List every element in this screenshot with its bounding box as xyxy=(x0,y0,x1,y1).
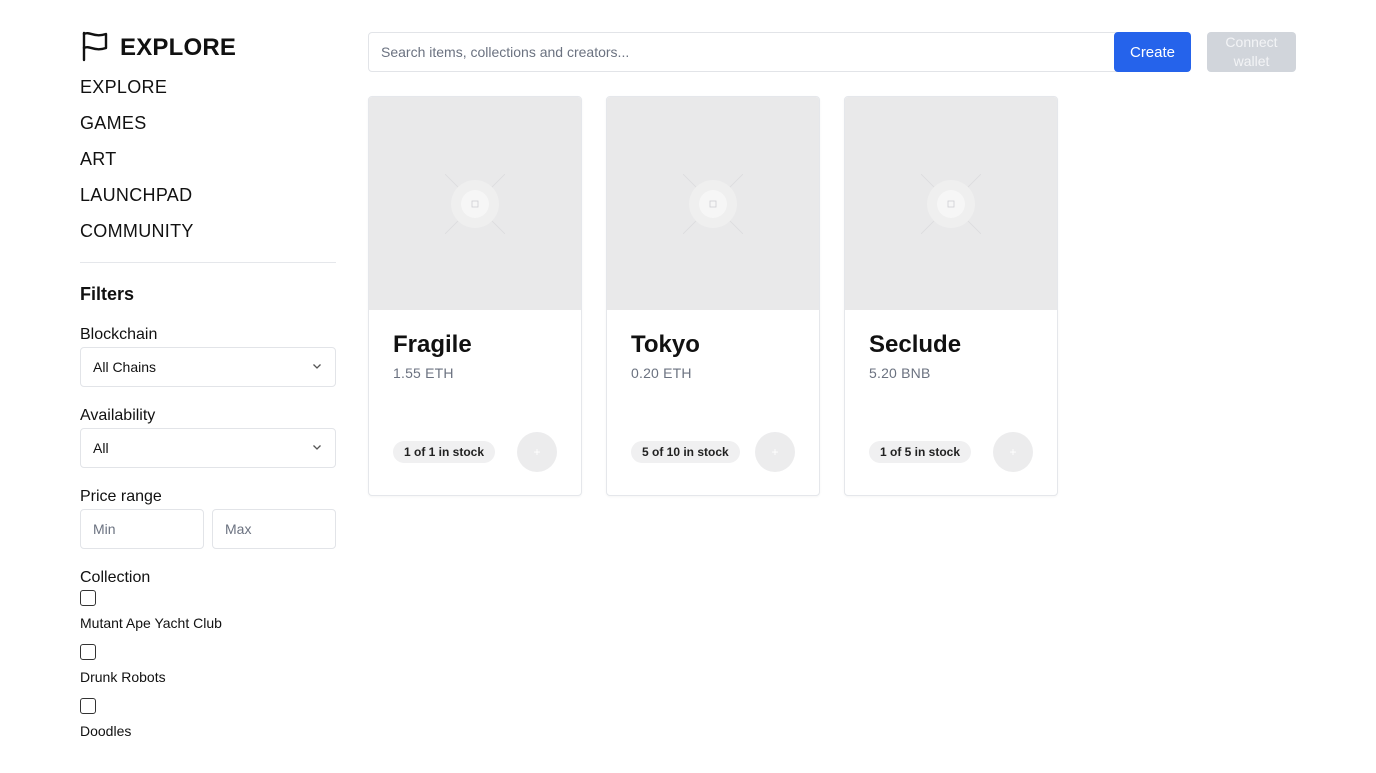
collection-label: Collection xyxy=(80,569,151,586)
availability-select-value: All xyxy=(93,440,109,456)
stock-badge: 5 of 10 in stock xyxy=(631,441,740,463)
price-range-label: Price range xyxy=(80,488,162,505)
plus-icon: + xyxy=(1009,445,1017,459)
flag-icon xyxy=(80,30,110,67)
collection-checkbox[interactable] xyxy=(80,698,96,714)
item-image-placeholder xyxy=(845,97,1057,310)
item-title: Tokyo xyxy=(631,331,700,358)
collection-option-label: Mutant Ape Yacht Club xyxy=(80,615,222,631)
search-input[interactable] xyxy=(368,32,1128,72)
blockchain-select-value: All Chains xyxy=(93,359,157,375)
add-to-cart-button[interactable]: + xyxy=(755,432,795,472)
nav-item-explore[interactable]: EXPLORE xyxy=(80,69,336,105)
nav-item-community[interactable]: COMMUNITY xyxy=(80,213,336,249)
topbar: Create Connect wallet xyxy=(368,32,1296,72)
price-min-input[interactable] xyxy=(80,509,204,549)
brand[interactable]: EXPLORE xyxy=(80,30,336,66)
collection-option: Doodles xyxy=(80,698,336,750)
nav-item-launchpad[interactable]: LAUNCHPAD xyxy=(80,177,336,213)
filters-title: Filters xyxy=(80,284,135,304)
nav-item-art[interactable]: ART xyxy=(80,141,336,177)
item-grid: Fragile 1.55 ETH 1 of 1 in stock + Tokyo… xyxy=(368,96,1058,496)
main-nav: EXPLORE GAMES ART LAUNCHPAD COMMUNITY xyxy=(80,69,336,249)
collection-list: Mutant Ape Yacht Club Drunk Robots Doodl… xyxy=(80,590,336,750)
add-to-cart-button[interactable]: + xyxy=(993,432,1033,472)
price-max-input[interactable] xyxy=(212,509,336,549)
nav-item-games[interactable]: GAMES xyxy=(80,105,336,141)
availability-label: Availability xyxy=(80,407,156,424)
item-card[interactable]: Tokyo 0.20 ETH 5 of 10 in stock + xyxy=(606,96,820,496)
chevron-down-icon xyxy=(311,440,323,456)
item-image-placeholder xyxy=(607,97,819,310)
plus-icon: + xyxy=(771,445,779,459)
item-price: 0.20 ETH xyxy=(631,365,692,381)
blockchain-select[interactable]: All Chains xyxy=(80,347,336,387)
add-to-cart-button[interactable]: + xyxy=(517,432,557,472)
image-placeholder-icon xyxy=(921,173,981,234)
availability-select[interactable]: All xyxy=(80,428,336,468)
chevron-down-icon xyxy=(311,359,323,375)
item-price: 5.20 BNB xyxy=(869,365,931,381)
stock-badge: 1 of 5 in stock xyxy=(869,441,972,463)
collection-option: Drunk Robots xyxy=(80,644,336,696)
image-placeholder-icon xyxy=(683,173,743,234)
item-card[interactable]: Seclude 5.20 BNB 1 of 5 in stock + xyxy=(844,96,1058,496)
plus-icon: + xyxy=(533,445,541,459)
brand-title: EXPLORE xyxy=(120,34,237,61)
collection-checkbox[interactable] xyxy=(80,644,96,660)
collection-checkbox[interactable] xyxy=(80,590,96,606)
sidebar-divider xyxy=(80,262,336,263)
item-card[interactable]: Fragile 1.55 ETH 1 of 1 in stock + xyxy=(368,96,582,496)
blockchain-label: Blockchain xyxy=(80,326,158,343)
item-price: 1.55 ETH xyxy=(393,365,454,381)
create-button[interactable]: Create xyxy=(1114,32,1191,72)
item-image-placeholder xyxy=(369,97,581,310)
image-placeholder-icon xyxy=(445,173,505,234)
item-title: Seclude xyxy=(869,331,962,358)
collection-option: Mutant Ape Yacht Club xyxy=(80,590,336,642)
collection-option-label: Drunk Robots xyxy=(80,669,166,685)
item-title: Fragile xyxy=(393,331,472,358)
sidebar: EXPLORE EXPLORE GAMES ART LAUNCHPAD COMM… xyxy=(80,30,336,750)
price-range-inputs xyxy=(80,509,336,549)
collection-option-label: Doodles xyxy=(80,723,132,739)
connect-wallet-button[interactable]: Connect wallet xyxy=(1207,32,1296,72)
stock-badge: 1 of 1 in stock xyxy=(393,441,496,463)
